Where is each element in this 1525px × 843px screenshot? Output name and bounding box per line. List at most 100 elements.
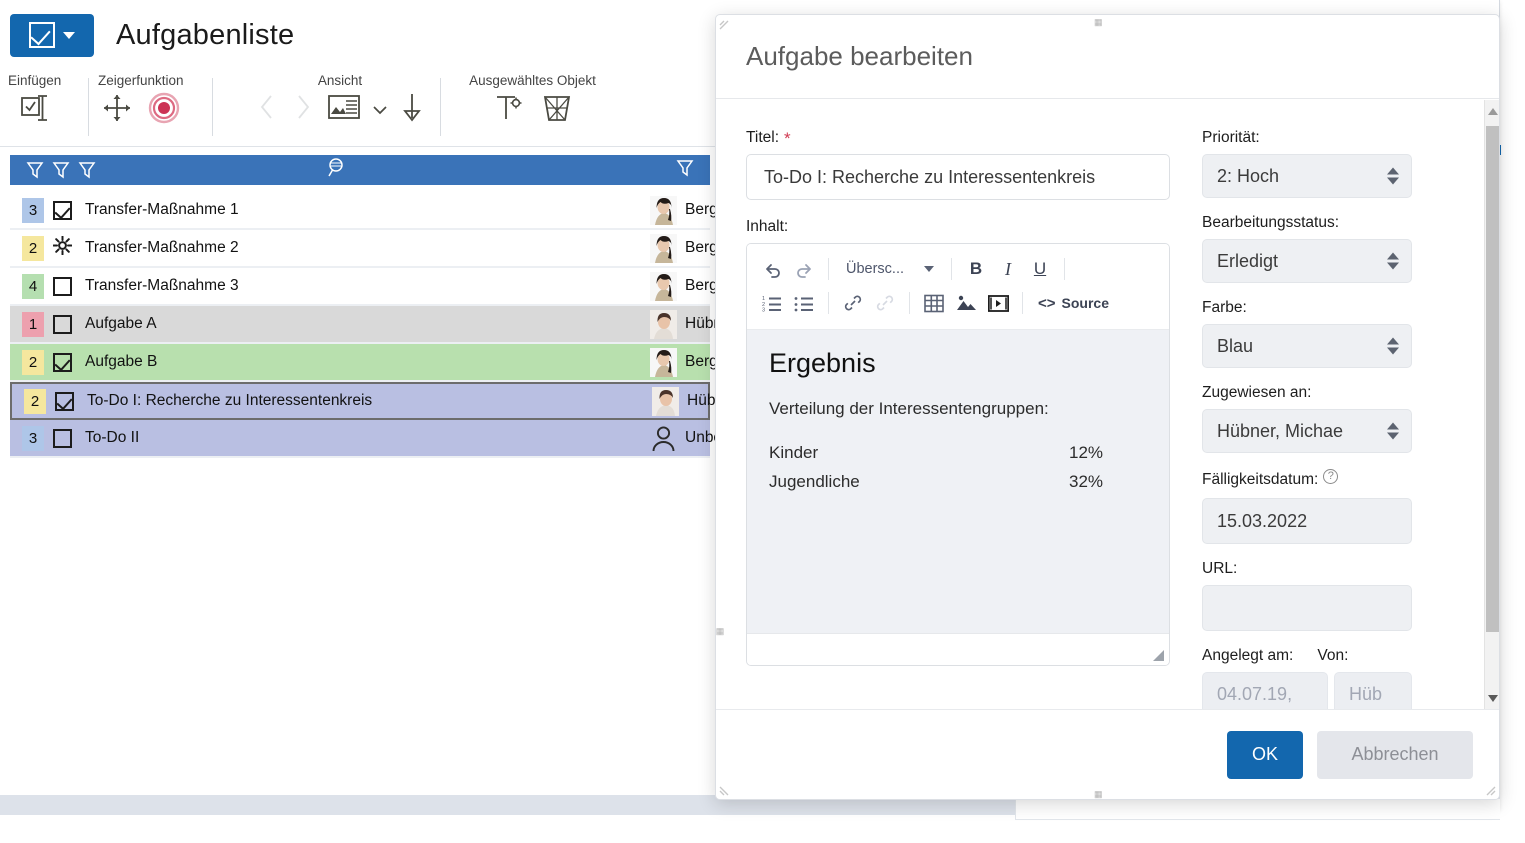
cancel-button[interactable]: Abbrechen: [1317, 730, 1473, 779]
next-icon[interactable]: [291, 92, 315, 122]
titel-input[interactable]: [746, 154, 1170, 200]
ribbon-divider: [440, 78, 441, 136]
in-progress-gear-icon[interactable]: [52, 235, 73, 260]
source-button[interactable]: <> Source: [1032, 288, 1115, 318]
task-row[interactable]: 1 Aufgabe A Hübr: [10, 306, 719, 344]
task-row[interactable]: 4 Transfer-Maßnahme 3 Berg: [10, 268, 718, 306]
assignee-name: Berg: [685, 239, 718, 256]
url-input[interactable]: [1202, 585, 1412, 631]
prioritaet-value: 2: Hoch: [1217, 165, 1280, 186]
avatar-female-icon: [650, 271, 677, 301]
ribbon-divider: [88, 78, 89, 136]
search-icon[interactable]: [326, 157, 346, 179]
editor-pair-value: 32%: [1069, 472, 1104, 491]
filter-icon-3[interactable]: [78, 160, 96, 180]
task-checkbox-unchecked[interactable]: [53, 276, 72, 296]
priority-badge: 4: [22, 273, 44, 299]
ribbon-group-label: Ausgewähltes Objekt: [469, 73, 596, 88]
scroll-up-arrow-icon[interactable]: [1488, 108, 1498, 115]
filter-icon-1[interactable]: [26, 160, 44, 180]
resize-grip-bottom-left[interactable]: [719, 783, 732, 796]
resize-grip-bottom-right[interactable]: [1483, 783, 1496, 796]
prev-icon[interactable]: [255, 92, 279, 122]
task-checkbox-unchecked[interactable]: [53, 428, 72, 448]
ok-button[interactable]: OK: [1227, 730, 1303, 779]
task-row[interactable]: 2 Transfer-Maßnahme 2 Berg: [10, 230, 718, 268]
toolbar-divider: [1022, 292, 1023, 314]
filter-icon-right[interactable]: [676, 158, 694, 178]
page-title: Aufgabenliste: [116, 18, 295, 51]
task-row[interactable]: 2 Aufgabe B Berg: [10, 344, 718, 382]
resize-grip-bottom[interactable]: ▦: [1094, 790, 1104, 799]
underline-icon[interactable]: U: [1025, 254, 1055, 284]
app-menu-button[interactable]: [10, 13, 94, 57]
resize-grip-top-left[interactable]: [719, 20, 732, 33]
heading-dropdown[interactable]: Übersc...: [838, 254, 942, 284]
bold-icon[interactable]: B: [961, 254, 991, 284]
priority-badge: 2: [24, 388, 46, 414]
background-panel: [1015, 798, 1500, 820]
task-checkbox-unchecked[interactable]: [53, 314, 72, 334]
task-row[interactable]: 3 Transfer-Maßnahme 1 Berg: [10, 192, 718, 230]
angelegt-am-label: Angelegt am:: [1202, 647, 1294, 664]
ribbon-divider: [212, 78, 213, 136]
faelligkeitsdatum-value: 15.03.2022: [1217, 510, 1308, 531]
bullet-list-icon[interactable]: [789, 288, 819, 318]
zugewiesen-select[interactable]: Hübner, Michae: [1202, 409, 1412, 453]
ribbon-group-einfuegen: Einfügen: [8, 68, 61, 147]
dialog-scrollbar-thumb[interactable]: [1486, 126, 1499, 632]
delete-trash-icon[interactable]: [541, 91, 573, 123]
editor-toolbar-row-2: 1 2 3 <> Source: [757, 286, 1159, 320]
spinner-icon: [1387, 337, 1399, 355]
task-row[interactable]: 2 To-Do I: Recherche zu Interessentenkrei…: [10, 382, 719, 420]
task-row[interactable]: 3 To-Do II Unbe: [10, 420, 722, 458]
sort-down-icon[interactable]: [399, 91, 425, 123]
move-pointer-icon[interactable]: [101, 92, 133, 124]
filter-icon-2[interactable]: [52, 160, 70, 180]
checkbox-menu-icon: [29, 22, 55, 48]
task-assignee: Berg: [650, 195, 718, 225]
dialog-scrollbar[interactable]: [1484, 100, 1499, 710]
bearbeitungsstatus-select[interactable]: Erledigt: [1202, 239, 1412, 283]
table-icon[interactable]: [919, 288, 949, 318]
editor-resize-handle[interactable]: [1153, 650, 1164, 661]
layout-view-icon[interactable]: [327, 92, 361, 122]
ribbon-group-label: Ansicht: [317, 73, 363, 88]
task-checkbox-checked[interactable]: [53, 352, 72, 372]
scroll-down-arrow-icon[interactable]: [1488, 695, 1498, 702]
task-title: Aufgabe B: [85, 353, 158, 370]
resize-grip-left[interactable]: ▦: [716, 627, 726, 638]
priority-badge: 3: [22, 425, 44, 451]
undo-icon[interactable]: [757, 254, 787, 284]
insert-task-icon[interactable]: [18, 91, 52, 125]
record-target-icon[interactable]: [147, 91, 181, 125]
assignee-name: Berg: [685, 277, 718, 294]
avatar-male-icon: [650, 309, 677, 339]
unlink-icon[interactable]: [870, 288, 900, 318]
code-brackets-icon: <>: [1038, 294, 1056, 312]
editor-toolbar: Übersc... B I U 1 2 3 <> Source: [747, 244, 1169, 330]
zugewiesen-label: Zugewiesen an:: [1202, 384, 1312, 401]
image-icon[interactable]: [951, 288, 981, 318]
editor-content-area[interactable]: Ergebnis Verteilung der Interessentengru…: [747, 330, 1169, 633]
task-checkbox-checked[interactable]: [53, 200, 72, 220]
editor-heading: Ergebnis: [769, 348, 876, 378]
dialog-body: Titel: * Inhalt:: [716, 100, 1499, 710]
dialog-left-column: Titel: * Inhalt:: [716, 100, 1196, 710]
view-dropdown-icon[interactable]: [373, 102, 387, 115]
text-settings-icon[interactable]: [493, 91, 523, 123]
dialog-footer: OK Abbrechen: [716, 709, 1499, 799]
italic-icon[interactable]: I: [993, 254, 1023, 284]
link-icon[interactable]: [838, 288, 868, 318]
redo-icon[interactable]: [789, 254, 819, 284]
resize-grip-top[interactable]: ▦: [1094, 18, 1104, 27]
avatar-male-icon: [652, 386, 679, 416]
faelligkeitsdatum-input[interactable]: 15.03.2022: [1202, 498, 1412, 544]
farbe-select[interactable]: Blau: [1202, 324, 1412, 368]
prioritaet-select[interactable]: 2: Hoch: [1202, 154, 1412, 198]
numbered-list-icon[interactable]: 1 2 3: [757, 288, 787, 318]
task-checkbox-checked[interactable]: [55, 391, 74, 411]
media-icon[interactable]: [983, 288, 1013, 318]
prioritaet-label: Priorität:: [1202, 129, 1260, 146]
help-icon[interactable]: ?: [1323, 469, 1339, 484]
